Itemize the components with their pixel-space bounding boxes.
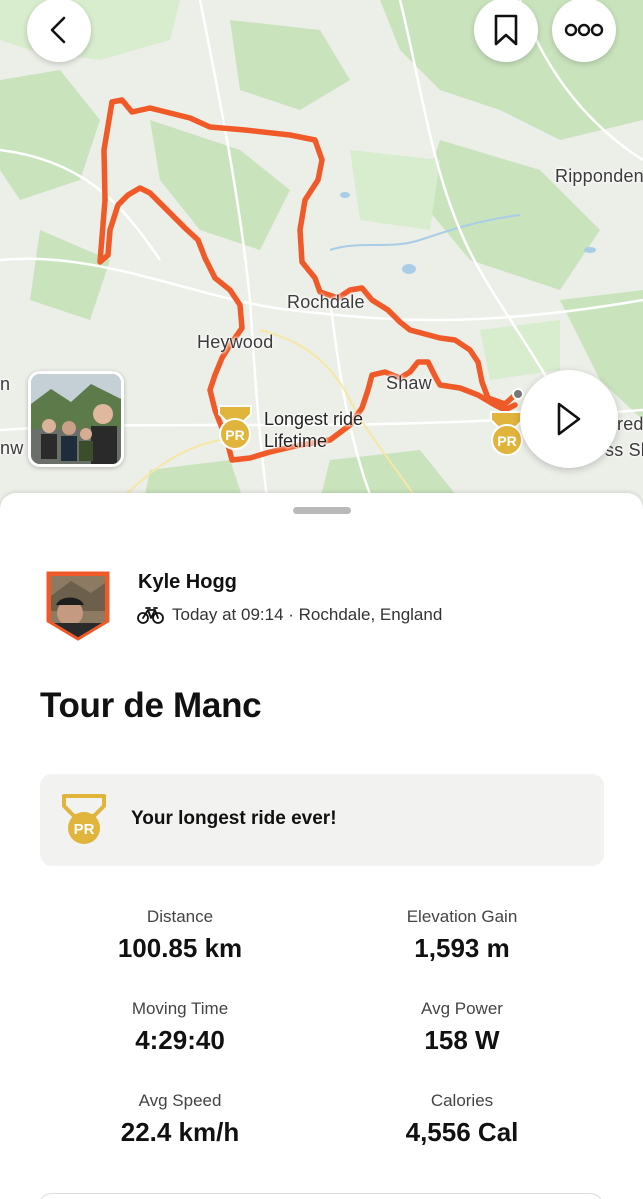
route-start-dot (512, 388, 524, 400)
stat-value: 22.4 km/h (120, 1117, 240, 1147)
activity-meta: Today at 09:14 · Rochdale, England (137, 605, 442, 625)
play-icon (557, 402, 581, 436)
route-map[interactable]: Ripponden Rochdale Heywood Shaw red ss S… (0, 0, 643, 520)
bookmark-icon (494, 14, 518, 46)
stat-label: Avg Power (421, 999, 503, 1018)
stat-label: Distance (146, 907, 214, 926)
achievement-card[interactable]: PR Your longest ride ever! (40, 774, 604, 866)
athlete-name[interactable]: Kyle Hogg (138, 571, 237, 594)
pr-medal-icon: PR (60, 792, 108, 853)
stat-moving-time: Moving Time 4:29:40 (40, 999, 320, 1056)
place-label-rochdale: Rochdale (287, 292, 365, 312)
activity-title: Tour de Manc (40, 686, 262, 725)
stat-avg-power: Avg Power 158 W (322, 999, 602, 1056)
place-label-heywood: Heywood (197, 332, 274, 352)
stat-label: Elevation Gain (406, 907, 518, 926)
place-label-ripponden: Ripponden (555, 166, 643, 186)
stat-value: 1,593 m (414, 933, 510, 963)
sheet-drag-handle[interactable] (293, 507, 351, 514)
pr-marker-label-line2: Lifetime (264, 431, 328, 451)
pr-marker-label-line1: Longest ride (264, 409, 364, 429)
stat-value: 4,556 Cal (405, 1117, 519, 1147)
bookmark-button[interactable] (474, 0, 538, 62)
stat-value: 100.85 km (117, 933, 243, 963)
chevron-left-icon (50, 16, 66, 44)
stat-distance: Distance 100.85 km (40, 907, 320, 964)
play-flyover-button[interactable] (520, 370, 618, 468)
pr-marker-label: Longest ride Lifetime (264, 408, 363, 452)
place-label-partial-4: nw (0, 438, 24, 458)
stat-label: Calories (430, 1091, 494, 1110)
athlete-avatar[interactable] (46, 571, 110, 641)
svg-text:PR: PR (225, 427, 244, 443)
stat-avg-speed: Avg Speed 22.4 km/h (40, 1091, 320, 1148)
stat-label: Avg Speed (138, 1091, 222, 1110)
more-dots-icon (564, 23, 604, 37)
back-button[interactable] (27, 0, 91, 62)
stat-calories: Calories 4,556 Cal (322, 1091, 602, 1148)
stat-label: Moving Time (131, 999, 229, 1018)
stat-elevation-gain: Elevation Gain 1,593 m (322, 907, 602, 964)
activity-details-sheet[interactable]: Kyle Hogg Today at 09:14 · Rochdale, Eng… (0, 493, 643, 1199)
svg-text:PR: PR (74, 821, 95, 838)
stat-value: 4:29:40 (135, 1025, 225, 1055)
stat-value: 158 W (424, 1025, 500, 1055)
place-label-partial-3: n (0, 374, 11, 394)
next-section-card[interactable] (38, 1193, 604, 1199)
achievement-text: Your longest ride ever! (131, 808, 337, 829)
more-options-button[interactable] (552, 0, 616, 62)
pr-marker-icon[interactable]: PR (215, 404, 255, 457)
svg-text:PR: PR (497, 433, 516, 449)
place-label-partial-1: red (617, 414, 643, 434)
place-label-shaw: Shaw (386, 373, 432, 393)
activity-meta-text: Today at 09:14 · Rochdale, England (172, 605, 443, 624)
activity-photo-thumbnail[interactable] (28, 371, 124, 467)
bike-icon (137, 607, 164, 624)
